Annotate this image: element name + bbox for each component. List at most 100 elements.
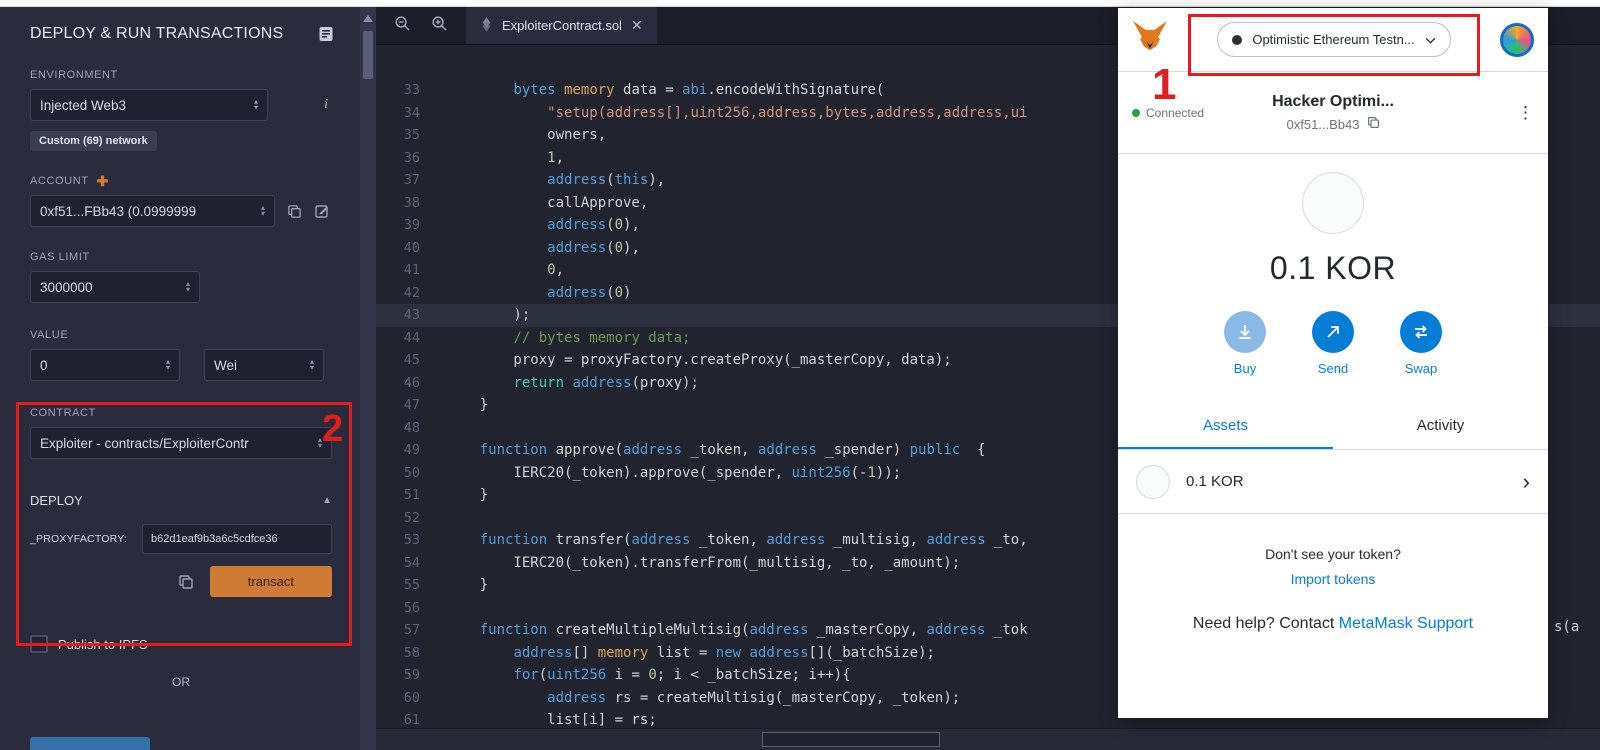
line-number: 34 — [403, 104, 420, 121]
value-input[interactable]: 0 ▴ ▾ — [30, 349, 180, 381]
account-name[interactable]: Hacker Optimi... — [1272, 93, 1394, 111]
code-text: IERC20(_token).approve(_spender, uint256… — [446, 464, 902, 481]
solidity-icon — [480, 16, 493, 35]
line-number: 57 — [403, 622, 420, 638]
contract-value: Exploiter - contracts/ExploiterContr — [40, 435, 249, 451]
line-number: 37 — [403, 172, 420, 188]
line-number: 41 — [403, 262, 420, 278]
value-unit-select[interactable]: Wei ▴ ▾ — [204, 349, 324, 381]
copy-calldata-icon[interactable] — [178, 574, 194, 590]
send-button[interactable]: Send — [1312, 311, 1354, 376]
contract-select[interactable]: Exploiter - contracts/ExploiterContr ▴ ▾ — [30, 427, 332, 459]
code-text: 1, — [547, 149, 565, 166]
code-text: address(0) — [547, 284, 632, 301]
select-stepper-icon[interactable]: ▴ ▾ — [302, 358, 314, 372]
action-buttons: Buy Send Swap — [1118, 311, 1548, 376]
buy-button[interactable]: Buy — [1224, 311, 1266, 376]
account-avatar[interactable] — [1499, 22, 1534, 57]
value-amount: 0 — [40, 357, 48, 373]
account-options-icon[interactable]: ⋮ — [1517, 103, 1534, 123]
deploy-section-header[interactable]: DEPLOY ▲ — [30, 493, 332, 508]
gas-limit-input[interactable]: 3000000 ▴ ▾ — [30, 271, 200, 303]
tab-activity[interactable]: Activity — [1333, 404, 1548, 449]
line-number: 46 — [403, 374, 420, 391]
number-stepper-icon[interactable]: ▴ ▾ — [158, 358, 170, 372]
chevron-up-icon[interactable]: ▲ — [322, 495, 332, 506]
line-number: 33 — [403, 82, 420, 98]
at-address-button-partial[interactable] — [30, 737, 150, 750]
send-label: Send — [1317, 361, 1349, 376]
code-text: owners, — [446, 127, 607, 143]
browser-top-strip — [0, 0, 1600, 7]
metamask-tabs: Assets Activity — [1118, 404, 1548, 450]
close-tab-icon[interactable]: ✕ — [631, 17, 643, 34]
copy-account-icon[interactable] — [287, 204, 302, 219]
zoom-in-icon[interactable] — [431, 15, 448, 37]
editor-bottom-bar — [376, 728, 1600, 750]
account-select[interactable]: 0xf51...FBb43 (0.0999999 ▴ ▾ — [30, 195, 275, 227]
code-text: } — [446, 397, 489, 413]
buy-icon — [1224, 311, 1266, 353]
transact-button[interactable]: transact — [209, 566, 332, 597]
select-stepper-icon[interactable]: ▴ ▾ — [310, 436, 322, 450]
asset-list-item[interactable]: 0.1 KOR › — [1118, 450, 1548, 514]
chevron-down-icon — [1425, 32, 1436, 47]
line-number: 58 — [403, 644, 420, 661]
line-number: 38 — [403, 194, 420, 211]
tab-exploitercontract[interactable]: ExploiterContract.sol ✕ — [466, 7, 657, 44]
edit-account-icon[interactable] — [314, 203, 330, 219]
scroll-up-icon[interactable] — [363, 15, 373, 22]
code-text: } — [446, 487, 489, 503]
code-text: bytes memory data = abi.encodeWithSignat… — [513, 82, 885, 98]
help-text: Need help? Contact MetaMask Support — [1118, 615, 1548, 633]
info-icon[interactable]: i — [324, 97, 328, 113]
docs-icon[interactable] — [318, 26, 334, 42]
line-number: 51 — [403, 487, 420, 503]
line-number: 40 — [403, 239, 420, 256]
terminal-input-partial[interactable] — [762, 732, 940, 747]
select-stepper-icon[interactable]: ▴ ▾ — [246, 98, 258, 112]
copy-address-icon[interactable] — [1367, 116, 1380, 132]
code-text: address(this), — [547, 172, 666, 188]
panel-scrollbar[interactable] — [360, 7, 376, 750]
publish-ipfs-label: Publish to IPFS — [58, 636, 148, 652]
line-number: 48 — [403, 419, 420, 436]
asset-token-icon — [1136, 464, 1170, 499]
publish-ipfs-checkbox[interactable] — [30, 635, 48, 653]
number-stepper-icon[interactable]: ▴ ▾ — [178, 280, 190, 294]
annotation-number-2: 2 — [322, 408, 344, 450]
code-text: IERC20(_token).transferFrom(_multisig, _… — [446, 554, 961, 571]
proxyfactory-input[interactable]: b62d1eaf9b3a6c5cdfce36 — [142, 524, 332, 554]
token-logo-placeholder — [1302, 172, 1364, 234]
tab-assets[interactable]: Assets — [1118, 404, 1333, 449]
asset-amount: 0.1 KOR — [1186, 473, 1244, 490]
line-number: 36 — [403, 149, 420, 166]
account-address[interactable]: 0xf51...Bb43 — [1287, 116, 1380, 132]
metamask-footer: Don't see your token? Import tokens Need… — [1118, 546, 1548, 633]
line-number: 61 — [403, 712, 420, 728]
line-number: 42 — [403, 284, 420, 301]
metamask-support-link[interactable]: MetaMask Support — [1339, 615, 1473, 632]
line-number: 56 — [403, 599, 420, 616]
metamask-fox-icon[interactable] — [1132, 20, 1168, 59]
line-number: 44 — [403, 329, 420, 346]
code-overflow-fragment: s(a — [1554, 619, 1580, 635]
line-number: 53 — [403, 532, 420, 548]
code-text: address(0), — [547, 239, 640, 256]
scrollbar-thumb[interactable] — [363, 31, 373, 79]
line-number: 45 — [403, 352, 420, 368]
code-text: list[i] = rs; — [446, 712, 657, 728]
add-account-icon[interactable]: ✚ — [97, 174, 109, 188]
line-number: 52 — [403, 509, 420, 526]
environment-select[interactable]: Injected Web3 ▴ ▾ — [30, 89, 268, 121]
code-text: function approve(address _token, address… — [479, 442, 986, 458]
zoom-out-icon[interactable] — [394, 15, 411, 37]
buy-label: Buy — [1233, 361, 1257, 376]
select-stepper-icon[interactable]: ▴ ▾ — [253, 204, 265, 218]
network-selector[interactable]: Optimistic Ethereum Testn... — [1217, 22, 1451, 57]
code-text: // bytes memory data; — [513, 329, 691, 346]
code-text: address(0), — [547, 217, 640, 233]
tab-label: ExploiterContract.sol — [502, 18, 622, 33]
import-tokens-link[interactable]: Import tokens — [1118, 571, 1548, 587]
swap-button[interactable]: Swap — [1400, 311, 1442, 376]
